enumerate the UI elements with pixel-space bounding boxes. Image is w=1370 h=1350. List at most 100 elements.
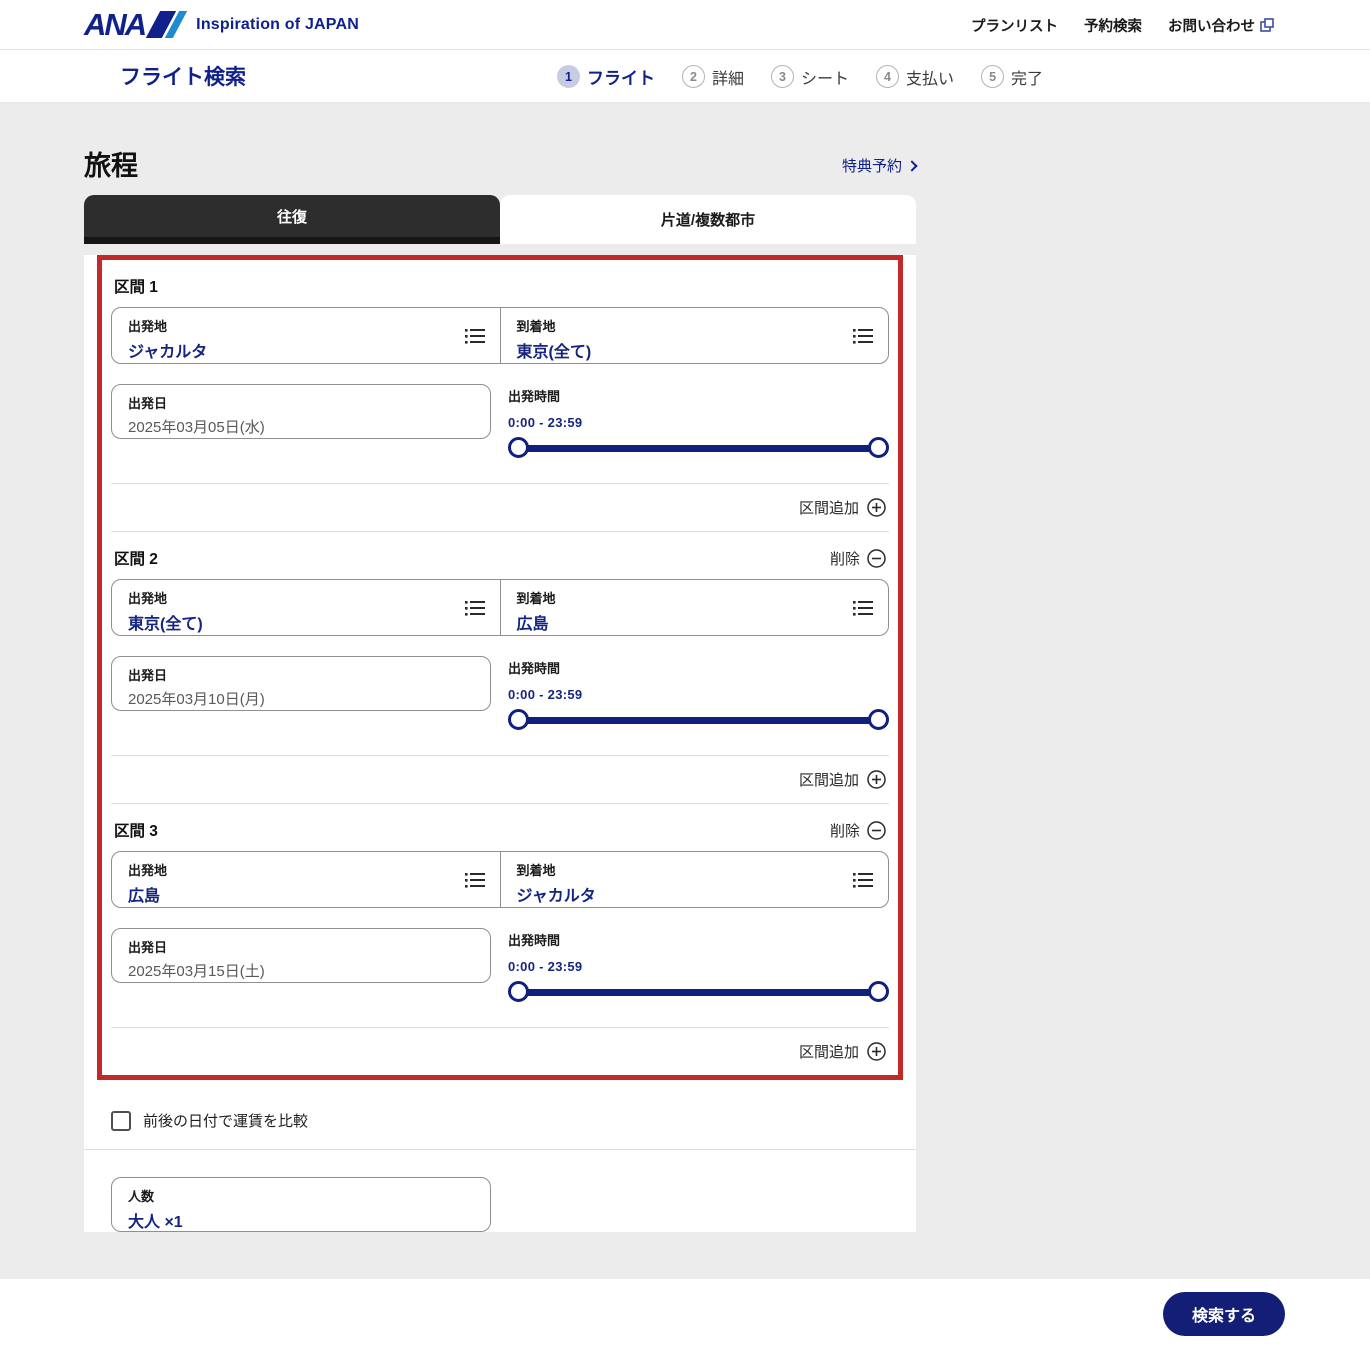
segment-1-arrival-field[interactable]: 到着地 東京(全て) bbox=[500, 308, 889, 363]
ana-tagline: Inspiration of JAPAN bbox=[196, 16, 359, 34]
slider-handle-end[interactable] bbox=[868, 981, 889, 1002]
slider-track[interactable] bbox=[517, 717, 880, 724]
list-icon[interactable] bbox=[464, 326, 486, 346]
date-value: 2025年03月15日(土) bbox=[128, 960, 474, 981]
segment-1-date-field[interactable]: 出発日 2025年03月05日(水) bbox=[111, 384, 491, 439]
time-label: 出発時間 bbox=[508, 658, 889, 677]
arrival-label: 到着地 bbox=[517, 588, 873, 607]
slider-handle-start[interactable] bbox=[508, 709, 529, 730]
list-icon[interactable] bbox=[464, 870, 486, 890]
departure-label: 出発地 bbox=[128, 860, 484, 879]
search-button[interactable]: 検索する bbox=[1163, 1292, 1285, 1336]
segment-2-arrival-field[interactable]: 到着地 広島 bbox=[500, 580, 889, 635]
segment-1-time-block: 出発時間 0:00 - 23:59 bbox=[508, 384, 889, 459]
nav-plan-list[interactable]: プランリスト bbox=[971, 15, 1058, 36]
segment-1-departure-field[interactable]: 出発地 ジャカルタ bbox=[112, 308, 500, 363]
segment-2-delete[interactable]: 削除 bbox=[830, 548, 886, 569]
segment-2-time-slider bbox=[508, 709, 889, 731]
slider-track[interactable] bbox=[517, 989, 880, 996]
departure-value: ジャカルタ bbox=[128, 338, 484, 362]
segment-2-time-block: 出発時間 0:00 - 23:59 bbox=[508, 656, 889, 731]
segment-3-date-field[interactable]: 出発日 2025年03月15日(土) bbox=[111, 928, 491, 983]
date-label: 出発日 bbox=[128, 937, 474, 956]
compare-fares-checkbox[interactable] bbox=[111, 1111, 131, 1131]
segment-1-add-segment[interactable]: 区間追加 bbox=[111, 484, 889, 531]
tab-oneway-multicity[interactable]: 片道/複数都市 bbox=[500, 195, 916, 244]
award-booking-link[interactable]: 特典予約 bbox=[842, 155, 916, 176]
arrival-value: 東京(全て) bbox=[517, 338, 873, 362]
step-3-circle: 3 bbox=[771, 65, 794, 88]
time-label: 出発時間 bbox=[508, 386, 889, 405]
circle-plus-icon bbox=[867, 1042, 886, 1061]
segment-3-title: 区間 3 bbox=[114, 819, 158, 841]
ana-logo[interactable]: ANA Inspiration of JAPAN bbox=[84, 9, 359, 40]
segment-3-departure-field[interactable]: 出発地 広島 bbox=[112, 852, 500, 907]
segment-1-title: 区間 1 bbox=[114, 275, 158, 297]
tab-roundtrip[interactable]: 往復 bbox=[84, 195, 500, 244]
segment-2: 区間 2 削除 出発地 東京(全て) 到着地 bbox=[111, 532, 889, 803]
arrival-label: 到着地 bbox=[517, 316, 873, 335]
departure-label: 出発地 bbox=[128, 316, 484, 335]
date-label: 出発日 bbox=[128, 665, 474, 684]
segment-2-places: 出発地 東京(全て) 到着地 広島 bbox=[111, 579, 889, 636]
bottom-action-bar: 検索する bbox=[0, 1279, 1370, 1349]
slider-handle-start[interactable] bbox=[508, 981, 529, 1002]
step-5-label: 完了 bbox=[1011, 65, 1043, 89]
segment-1-time-slider bbox=[508, 437, 889, 459]
circle-minus-icon bbox=[867, 549, 886, 568]
circle-plus-icon bbox=[867, 770, 886, 789]
sub-header: フライト検索 1 フライト 2 詳細 3 シート 4 支払い 5 完了 bbox=[0, 50, 1370, 103]
date-value: 2025年03月10日(月) bbox=[128, 688, 474, 709]
step-seat: 3 シート bbox=[771, 65, 849, 89]
search-panel: 区間 1 出発地 ジャカルタ 到着地 東京(全て) bbox=[84, 255, 916, 1232]
arrival-label: 到着地 bbox=[517, 860, 873, 879]
step-flight: 1 フライト bbox=[557, 64, 655, 89]
segment-3-delete[interactable]: 削除 bbox=[830, 820, 886, 841]
departure-value: 広島 bbox=[128, 882, 484, 906]
segment-3-time-slider bbox=[508, 981, 889, 1003]
slider-handle-start[interactable] bbox=[508, 437, 529, 458]
segment-2-date-field[interactable]: 出発日 2025年03月10日(月) bbox=[111, 656, 491, 711]
passengers-label: 人数 bbox=[128, 1186, 474, 1205]
step-4-circle: 4 bbox=[876, 65, 899, 88]
circle-minus-icon bbox=[867, 821, 886, 840]
step-1-label: フライト bbox=[587, 64, 655, 89]
list-icon[interactable] bbox=[464, 598, 486, 618]
passengers-field[interactable]: 人数 大人 ×1 bbox=[111, 1177, 491, 1232]
chevron-right-icon bbox=[906, 160, 917, 171]
top-nav: プランリスト 予約検索 お問い合わせ bbox=[971, 0, 1274, 50]
slider-handle-end[interactable] bbox=[868, 437, 889, 458]
ana-logo-text: ANA bbox=[84, 9, 145, 40]
step-details: 2 詳細 bbox=[682, 65, 744, 89]
list-icon[interactable] bbox=[852, 326, 874, 346]
segment-2-departure-field[interactable]: 出発地 東京(全て) bbox=[112, 580, 500, 635]
segment-2-title: 区間 2 bbox=[114, 547, 158, 569]
list-icon[interactable] bbox=[852, 870, 874, 890]
nav-booking-search[interactable]: 予約検索 bbox=[1084, 15, 1142, 36]
segment-1: 区間 1 出発地 ジャカルタ 到着地 東京(全て) bbox=[111, 260, 889, 531]
passengers-value: 大人 ×1 bbox=[128, 1208, 474, 1232]
time-range-value: 0:00 - 23:59 bbox=[508, 687, 889, 702]
arrival-value: ジャカルタ bbox=[517, 882, 873, 906]
segment-3-add-segment[interactable]: 区間追加 bbox=[111, 1028, 889, 1075]
slider-handle-end[interactable] bbox=[868, 709, 889, 730]
segment-2-add-segment[interactable]: 区間追加 bbox=[111, 756, 889, 803]
step-payment: 4 支払い bbox=[876, 65, 954, 89]
step-complete: 5 完了 bbox=[981, 65, 1043, 89]
circle-plus-icon bbox=[867, 498, 886, 517]
step-1-circle: 1 bbox=[557, 65, 580, 88]
segment-3-arrival-field[interactable]: 到着地 ジャカルタ bbox=[500, 852, 889, 907]
main-area: 旅程 特典予約 往復 片道/複数都市 区間 1 出発地 bbox=[0, 103, 1370, 1279]
trip-type-tabs: 往復 片道/複数都市 bbox=[84, 195, 916, 244]
arrival-value: 広島 bbox=[517, 610, 873, 634]
list-icon[interactable] bbox=[852, 598, 874, 618]
progress-steps: 1 フライト 2 詳細 3 シート 4 支払い 5 完了 bbox=[557, 50, 1043, 103]
segments-highlight-frame: 区間 1 出発地 ジャカルタ 到着地 東京(全て) bbox=[97, 255, 903, 1080]
nav-contact[interactable]: お問い合わせ bbox=[1168, 15, 1274, 36]
compare-fares-label[interactable]: 前後の日付で運賃を比較 bbox=[143, 1110, 308, 1131]
slider-track[interactable] bbox=[517, 445, 880, 452]
time-label: 出発時間 bbox=[508, 930, 889, 949]
segment-1-places: 出発地 ジャカルタ 到着地 東京(全て) bbox=[111, 307, 889, 364]
page-section-title: フライト検索 bbox=[120, 61, 246, 91]
segment-3: 区間 3 削除 出発地 広島 到着地 bbox=[111, 804, 889, 1075]
